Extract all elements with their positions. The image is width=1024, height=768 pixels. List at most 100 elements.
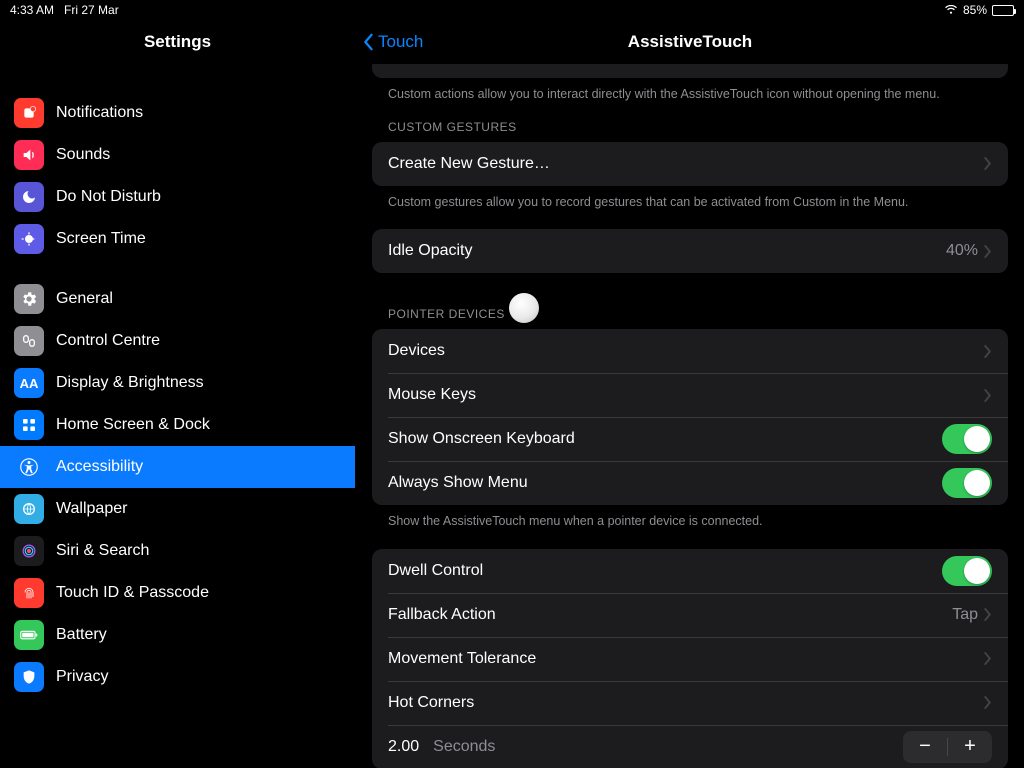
- sidebar-item-label: Touch ID & Passcode: [56, 584, 209, 602]
- custom-gestures-footer: Custom gestures allow you to record gest…: [372, 186, 1008, 212]
- create-gesture-label: Create New Gesture…: [388, 155, 550, 173]
- dnd-icon: [14, 182, 44, 212]
- show-keyboard-label: Show Onscreen Keyboard: [388, 430, 575, 448]
- siri-icon: [14, 536, 44, 566]
- dwell-control-row[interactable]: Dwell Control: [372, 549, 1008, 593]
- fallback-label: Fallback Action: [388, 606, 496, 624]
- idle-opacity-row[interactable]: Idle Opacity 40%: [372, 229, 1008, 273]
- sidebar-item-home-screen-dock[interactable]: Home Screen & Dock: [0, 404, 355, 446]
- sidebar-item-general[interactable]: General: [0, 278, 355, 320]
- fallback-action-row[interactable]: Fallback Action Tap: [372, 593, 1008, 637]
- screentime-icon: [14, 224, 44, 254]
- sidebar-item-sounds[interactable]: Sounds: [0, 134, 355, 176]
- sidebar-item-battery[interactable]: Battery: [0, 614, 355, 656]
- wifi-icon: [944, 5, 958, 15]
- assistivetouch-cursor[interactable]: [509, 293, 539, 323]
- general-icon: [14, 284, 44, 314]
- sounds-icon: [14, 140, 44, 170]
- dwell-seconds-row: 2.00 Seconds − +: [372, 725, 1008, 768]
- display-icon: AA: [14, 368, 44, 398]
- seconds-stepper: − +: [903, 731, 992, 763]
- sidebar-item-label: Screen Time: [56, 230, 146, 248]
- devices-row[interactable]: Devices: [372, 329, 1008, 373]
- battery-pct: 85%: [963, 3, 987, 17]
- sidebar-item-control-centre[interactable]: Control Centre: [0, 320, 355, 362]
- page-title: AssistiveTouch: [356, 32, 1024, 52]
- sidebar-title: Settings: [0, 20, 355, 62]
- sidebar-item-touch-id-passcode[interactable]: Touch ID & Passcode: [0, 572, 355, 614]
- home-icon: [14, 410, 44, 440]
- chevron-right-icon: [984, 345, 992, 358]
- status-date: Fri 27 Mar: [64, 3, 119, 17]
- back-label: Touch: [378, 32, 423, 52]
- battery-icon: [14, 620, 44, 650]
- stepper-minus-button[interactable]: −: [903, 731, 947, 763]
- chevron-right-icon: [984, 608, 992, 621]
- sidebar-item-label: Accessibility: [56, 458, 143, 476]
- show-onscreen-keyboard-row[interactable]: Show Onscreen Keyboard: [372, 417, 1008, 461]
- mouse-keys-label: Mouse Keys: [388, 386, 476, 404]
- always-show-menu-row[interactable]: Always Show Menu: [372, 461, 1008, 505]
- status-bar: 4:33 AM Fri 27 Mar 85%: [0, 0, 1024, 20]
- custom-actions-card-tail: [372, 64, 1008, 78]
- back-button[interactable]: Touch: [356, 32, 423, 52]
- sidebar-item-label: Sounds: [56, 146, 110, 164]
- privacy-icon: [14, 662, 44, 692]
- dwell-toggle[interactable]: [942, 556, 992, 586]
- sidebar-item-label: General: [56, 290, 113, 308]
- seconds-unit: Seconds: [433, 738, 495, 756]
- idle-opacity-label: Idle Opacity: [388, 242, 472, 260]
- sidebar-item-label: Do Not Disturb: [56, 188, 161, 206]
- notifications-icon: [14, 98, 44, 128]
- sidebar-item-display-brightness[interactable]: AA Display & Brightness: [0, 362, 355, 404]
- control-icon: [14, 326, 44, 356]
- sidebar-item-do-not-disturb[interactable]: Do Not Disturb: [0, 176, 355, 218]
- sidebar-item-label: Privacy: [56, 668, 108, 686]
- wallpaper-icon: [14, 494, 44, 524]
- sidebar-item-screen-time[interactable]: Screen Time: [0, 218, 355, 260]
- movement-tolerance-row[interactable]: Movement Tolerance: [372, 637, 1008, 681]
- movement-label: Movement Tolerance: [388, 650, 536, 668]
- fallback-value: Tap: [952, 606, 978, 624]
- chevron-right-icon: [984, 696, 992, 709]
- sidebar-item-label: Battery: [56, 626, 107, 644]
- chevron-right-icon: [984, 245, 992, 258]
- always-menu-label: Always Show Menu: [388, 474, 528, 492]
- chevron-left-icon: [362, 33, 374, 51]
- accessibility-icon: [14, 452, 44, 482]
- status-time: 4:33 AM: [10, 3, 54, 17]
- sidebar-item-label: Home Screen & Dock: [56, 416, 210, 434]
- sidebar-item-label: Control Centre: [56, 332, 160, 350]
- dwell-label: Dwell Control: [388, 562, 483, 580]
- sidebar-item-privacy[interactable]: Privacy: [0, 656, 355, 698]
- battery-status-icon: [992, 5, 1014, 16]
- chevron-right-icon: [984, 157, 992, 170]
- pointer-devices-header: POINTER DEVICES: [372, 273, 1008, 329]
- seconds-value: 2.00: [388, 738, 419, 756]
- custom-gestures-header: CUSTOM GESTURES: [372, 104, 1008, 142]
- sidebar-item-siri-search[interactable]: Siri & Search: [0, 530, 355, 572]
- devices-label: Devices: [388, 342, 445, 360]
- sidebar-item-notifications[interactable]: Notifications: [0, 92, 355, 134]
- sidebar-item-wallpaper[interactable]: Wallpaper: [0, 488, 355, 530]
- sidebar-item-label: Siri & Search: [56, 542, 149, 560]
- show-keyboard-toggle[interactable]: [942, 424, 992, 454]
- settings-sidebar: Settings Notifications Sounds Do Not Distu…: [0, 20, 356, 768]
- pointer-devices-footer: Show the AssistiveTouch menu when a poin…: [372, 505, 1008, 531]
- hot-corners-label: Hot Corners: [388, 694, 474, 712]
- create-new-gesture-row[interactable]: Create New Gesture…: [372, 142, 1008, 186]
- always-menu-toggle[interactable]: [942, 468, 992, 498]
- sidebar-item-label: Wallpaper: [56, 500, 127, 518]
- stepper-plus-button[interactable]: +: [948, 731, 992, 763]
- mouse-keys-row[interactable]: Mouse Keys: [372, 373, 1008, 417]
- sidebar-item-label: Notifications: [56, 104, 143, 122]
- chevron-right-icon: [984, 389, 992, 402]
- touchid-icon: [14, 578, 44, 608]
- idle-opacity-value: 40%: [946, 242, 978, 260]
- sidebar-item-accessibility[interactable]: Accessibility: [0, 446, 355, 488]
- chevron-right-icon: [984, 652, 992, 665]
- sidebar-item-label: Display & Brightness: [56, 374, 204, 392]
- custom-actions-footer: Custom actions allow you to interact dir…: [372, 78, 1008, 104]
- detail-pane: Touch AssistiveTouch Custom actions allo…: [356, 20, 1024, 768]
- hot-corners-row[interactable]: Hot Corners: [372, 681, 1008, 725]
